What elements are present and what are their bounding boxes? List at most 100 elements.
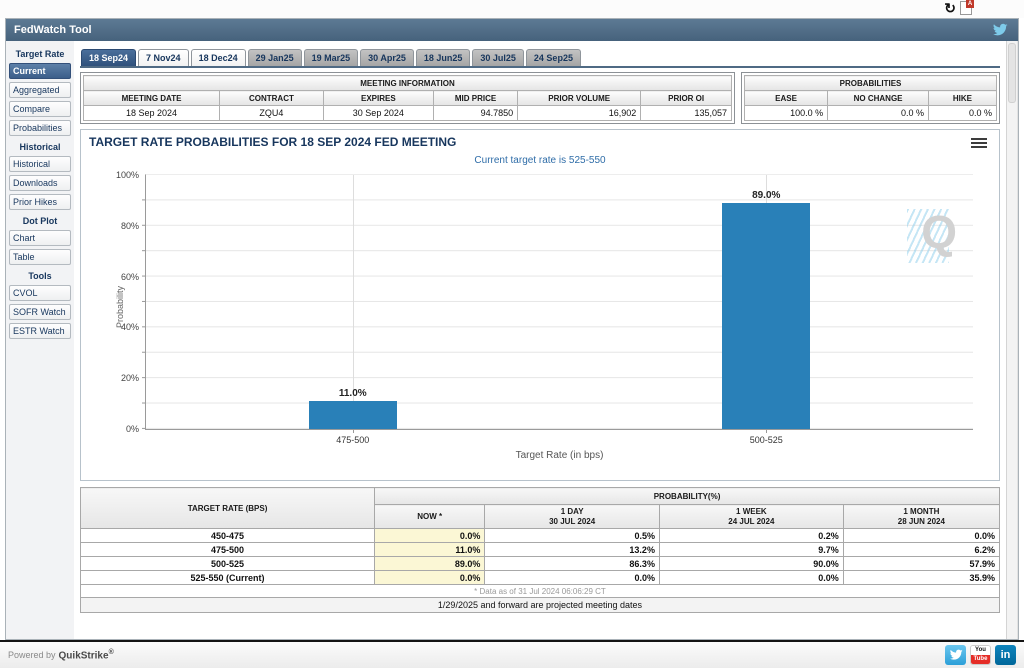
sidebar-item-current[interactable]: Current [9, 63, 71, 79]
chart-menu-icon[interactable] [971, 138, 987, 149]
y-tick-100: 100% [115, 170, 139, 180]
month-value: 57.9% [842, 556, 1001, 571]
sidebar-item-compare[interactable]: Compare [9, 101, 71, 117]
bar-value-label: 89.0% [752, 189, 781, 201]
table-row: 450-475 0.0% 0.5% 0.2% 0.0% [79, 528, 1001, 543]
now-value: 89.0% [374, 556, 486, 571]
meeting-date-value: 18 Sep 2024 [82, 105, 221, 121]
x-tick [352, 429, 354, 433]
bar-value-label: 11.0% [338, 388, 367, 400]
probability-history-table-wrap: TARGET RATE (BPS) PROBABILITY(%) NOW * 1… [79, 487, 1001, 613]
youtube-you-text: You [971, 646, 990, 655]
export-pdf-icon[interactable]: A [960, 0, 974, 15]
rate-475-500: 475-500 [79, 542, 376, 557]
tab-7-nov24[interactable]: 7 Nov24 [138, 49, 189, 66]
quikstrike-brand[interactable]: QuikStrike® [59, 649, 114, 661]
sidebar-item-table[interactable]: Table [9, 249, 71, 265]
tab-18-jun25[interactable]: 18 Jun25 [415, 49, 471, 66]
vertical-scrollbar[interactable] [1006, 41, 1018, 639]
tab-30-apr25[interactable]: 30 Apr25 [360, 49, 414, 66]
sidebar-item-chart[interactable]: Chart [9, 230, 71, 246]
sidebar-item-historical[interactable]: Historical [9, 156, 71, 172]
chart-subtitle: Current target rate is 525-550 [474, 155, 606, 166]
projected-dates-note: 1/29/2025 and forward are projected meet… [80, 597, 1000, 613]
day-value: 0.5% [484, 528, 660, 543]
table-row: 475-500 11.0% 13.2% 9.7% 6.2% [79, 542, 1001, 557]
month-value: 0.0% [842, 528, 1001, 543]
col-prior-oi: PRIOR OI [640, 90, 732, 106]
col-1-day: 1 DAY 30 JUL 2024 [484, 504, 660, 529]
col-mid-price: MID PRICE [432, 90, 519, 106]
tab-30-jul25[interactable]: 30 Jul25 [472, 49, 524, 66]
tab-18-dec24[interactable]: 18 Dec24 [190, 49, 246, 66]
youtube-icon[interactable]: You Tube [970, 645, 991, 665]
sidebar-item-cvol[interactable]: CVOL [9, 285, 71, 301]
col-expires: EXPIRES [322, 90, 434, 106]
tab-29-jan25[interactable]: 29 Jan25 [247, 49, 302, 66]
now-value: 0.0% [374, 570, 486, 585]
col-day-line2: 30 JUL 2024 [549, 516, 596, 526]
window-icons: ↻ A [944, 0, 974, 15]
col-month-line1: 1 MONTH [903, 506, 940, 516]
y-tick-20: 20% [120, 373, 139, 384]
probabilities-title: PROBABILITIES [744, 75, 997, 91]
col-month-line2: 28 JUN 2024 [897, 516, 945, 526]
sidebar-item-downloads[interactable]: Downloads [9, 175, 71, 191]
footer-bar: Powered by QuikStrike® You Tube in [0, 640, 1024, 668]
meeting-info-title: MEETING INFORMATION [83, 75, 732, 91]
bar-500-525: 89.0% [722, 175, 811, 429]
expires-value: 30 Sep 2024 [322, 105, 434, 121]
plot-area: 0% 20% 40% 60% 80% 100% Probability Q 11… [115, 170, 973, 461]
powered-by-label: Powered by [8, 650, 56, 660]
tab-18-sep24[interactable]: 18 Sep24 [81, 49, 137, 66]
linkedin-icon[interactable]: in [995, 645, 1016, 665]
hike-value: 0.0 % [927, 105, 998, 121]
col-contract: CONTRACT [219, 90, 324, 106]
col-now: NOW * [374, 504, 486, 529]
day-value: 86.3% [484, 556, 660, 571]
month-value: 35.9% [842, 570, 1001, 585]
sidebar-item-prior-hikes[interactable]: Prior Hikes [9, 194, 71, 210]
tab-19-mar25[interactable]: 19 Mar25 [303, 49, 359, 66]
month-value: 6.2% [842, 542, 1001, 557]
col-no-change: NO CHANGE [827, 90, 929, 106]
sidebar-item-aggregated[interactable]: Aggregated [9, 82, 71, 98]
refresh-icon[interactable]: ↻ [944, 1, 956, 15]
sidebar-item-sofr-watch[interactable]: SOFR Watch [9, 304, 71, 320]
rate-525-550-current: 525-550 (Current) [79, 570, 376, 585]
sidebar-item-probabilities[interactable]: Probabilities [9, 120, 71, 136]
meeting-information-box: MEETING INFORMATION MEETING DATE CONTRAC… [80, 72, 735, 124]
sidebar: Target Rate Current Aggregated Compare P… [6, 41, 74, 639]
youtube-tube-text: Tube [971, 655, 990, 664]
probabilities-box: PROBABILITIES EASE NO CHANGE HIKE 100.0 … [741, 72, 1000, 124]
sidebar-header-target-rate: Target Rate [15, 49, 65, 59]
probabilities-table: PROBABILITIES EASE NO CHANGE HIKE 100.0 … [743, 75, 998, 121]
table-row: 525-550 (Current) 0.0% 0.0% 0.0% 35.9% [79, 570, 1001, 585]
col-week-line1: 1 WEEK [736, 506, 767, 516]
meeting-date-tabs: 18 Sep24 7 Nov24 18 Dec24 29 Jan25 19 Ma… [80, 49, 1000, 68]
sidebar-header-dot-plot: Dot Plot [22, 216, 58, 226]
col-1-month: 1 MONTH 28 JUN 2024 [842, 504, 1001, 529]
tab-24-sep25[interactable]: 24 Sep25 [525, 49, 581, 66]
scrollbar-thumb[interactable] [1008, 43, 1016, 103]
now-value: 11.0% [374, 542, 486, 557]
prior-oi-value: 135,057 [640, 105, 732, 121]
bar-rect [308, 401, 397, 429]
x-axis-title: Target Rate (in bps) [515, 450, 604, 461]
y-axis-title: Probability [115, 285, 125, 329]
probability-history-table: TARGET RATE (BPS) PROBABILITY(%) NOW * 1… [79, 487, 1001, 613]
watermark-q: Q [921, 206, 957, 258]
fedwatch-app: FedWatch Tool Target Rate Current Aggreg… [5, 18, 1019, 640]
sidebar-item-estr-watch[interactable]: ESTR Watch [9, 323, 71, 339]
bar-rect [722, 202, 811, 429]
browser-strip: ↻ A [0, 0, 1024, 18]
x-tick [766, 429, 768, 433]
week-value: 90.0% [658, 556, 844, 571]
content-area: Target Rate Current Aggregated Compare P… [6, 41, 1018, 639]
twitter-footer-icon[interactable] [945, 645, 966, 665]
quikstrike-watermark: Q [907, 203, 959, 265]
bar-475-500: 11.0% [308, 175, 397, 429]
twitter-icon[interactable] [992, 22, 1008, 38]
week-value: 0.0% [658, 570, 844, 585]
col-1-week: 1 WEEK 24 JUL 2024 [658, 504, 844, 529]
